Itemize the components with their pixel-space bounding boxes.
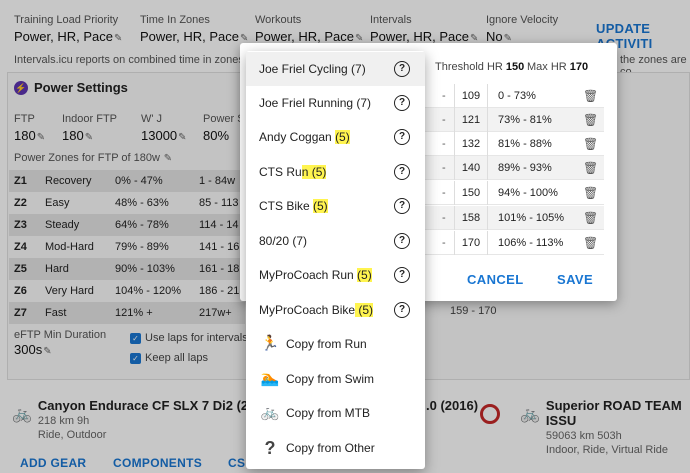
trash-icon[interactable]: 🗑 <box>583 108 598 132</box>
zone-high-input[interactable]: 121 <box>454 108 488 132</box>
help-icon[interactable]: ? <box>394 198 410 214</box>
hr-zone-row[interactable]: - 150 94% - 100% 🗑 <box>412 181 604 205</box>
range-dash: - <box>442 138 446 150</box>
zone-percent: 81% - 88% <box>498 138 552 150</box>
zone-percent: 73% - 81% <box>498 114 552 126</box>
trash-icon[interactable]: 🗑 <box>583 84 598 108</box>
help-icon[interactable]: ? <box>394 129 410 145</box>
menu-item-cts-run[interactable]: CTS Run (5) ? <box>246 155 425 189</box>
zone-percent: 89% - 93% <box>498 162 552 174</box>
trash-icon[interactable]: 🗑 <box>583 206 598 230</box>
menu-item-joe-friel-cycling[interactable]: Joe Friel Cycling (7) ? <box>246 52 425 86</box>
running-icon: 🏃 <box>260 335 280 352</box>
menu-item-myprocoach-run[interactable]: MyProCoach Run (5) ? <box>246 258 425 292</box>
help-icon[interactable]: ? <box>394 61 410 77</box>
menu-item-joe-friel-running[interactable]: Joe Friel Running (7) ? <box>246 86 425 120</box>
menu-item-copy-from-run[interactable]: 🏃 Copy from Run <box>246 327 425 361</box>
threshold-hr: Threshold HR 150 <box>435 61 525 73</box>
swimming-icon: 🏊 <box>260 370 280 387</box>
menu-item-copy-from-swim[interactable]: 🏊 Copy from Swim <box>246 362 425 396</box>
menu-item-80-20[interactable]: 80/20 (7) ? <box>246 224 425 258</box>
range-dash: - <box>442 162 446 174</box>
help-icon[interactable]: ? <box>394 164 410 180</box>
question-mark-icon: ? <box>264 438 276 458</box>
cancel-button[interactable]: CANCEL <box>467 272 524 287</box>
range-dash: - <box>442 90 446 102</box>
trash-icon[interactable]: 🗑 <box>583 156 598 180</box>
menu-item-andy-coggan[interactable]: Andy Coggan (5) ? <box>246 120 425 154</box>
range-dash: - <box>442 187 446 199</box>
zone-high-input[interactable]: 170 <box>454 231 488 255</box>
menu-item-copy-from-mtb[interactable]: 🚲 Copy from MTB <box>246 396 425 430</box>
help-icon[interactable]: ? <box>394 302 410 318</box>
zone-high-input[interactable]: 132 <box>454 132 488 156</box>
zone-high-input[interactable]: 109 <box>454 84 488 108</box>
range-dash: - <box>442 237 446 249</box>
range-dash: - <box>442 114 446 126</box>
trash-icon[interactable]: 🗑 <box>583 231 598 255</box>
help-icon[interactable]: ? <box>394 233 410 249</box>
zone-percent: 94% - 100% <box>498 187 558 199</box>
menu-item-cts-bike[interactable]: CTS Bike (5) ? <box>246 189 425 223</box>
bicycle-icon: 🚲 <box>260 404 280 421</box>
hr-zone-row[interactable]: 2 - 132 81% - 88% 🗑 <box>412 132 604 156</box>
zone-range-behind: 159 - 170 <box>450 305 497 317</box>
menu-item-copy-from-other[interactable]: ? Copy from Other <box>246 431 425 465</box>
zone-percent: 101% - 105% <box>498 212 565 224</box>
zone-high-input[interactable]: 150 <box>454 181 488 205</box>
hr-zone-row[interactable]: - 109 0 - 73% 🗑 <box>412 84 604 108</box>
help-icon[interactable]: ? <box>394 95 410 111</box>
hr-zone-row[interactable]: 0 - 121 73% - 81% 🗑 <box>412 108 604 132</box>
hr-zone-row[interactable]: - 158 101% - 105% 🗑 <box>412 206 604 230</box>
range-dash: - <box>442 212 446 224</box>
help-icon[interactable]: ? <box>394 267 410 283</box>
zone-percent: 0 - 73% <box>498 90 536 102</box>
trash-icon[interactable]: 🗑 <box>583 181 598 205</box>
max-hr: Max HR 170 <box>527 61 589 73</box>
trash-icon[interactable]: 🗑 <box>583 132 598 156</box>
zone-high-input[interactable]: 140 <box>454 156 488 180</box>
hr-zone-row[interactable]: 0 - 170 106% - 113% 🗑 <box>412 231 604 255</box>
save-button[interactable]: SAVE <box>557 272 593 287</box>
menu-item-myprocoach-bike[interactable]: MyProCoach Bike (5) ? <box>246 293 425 327</box>
hr-zone-row[interactable]: 3 - 140 89% - 93% 🗑 <box>412 156 604 180</box>
zone-high-input[interactable]: 158 <box>454 206 488 230</box>
zone-percent: 106% - 113% <box>498 237 564 249</box>
